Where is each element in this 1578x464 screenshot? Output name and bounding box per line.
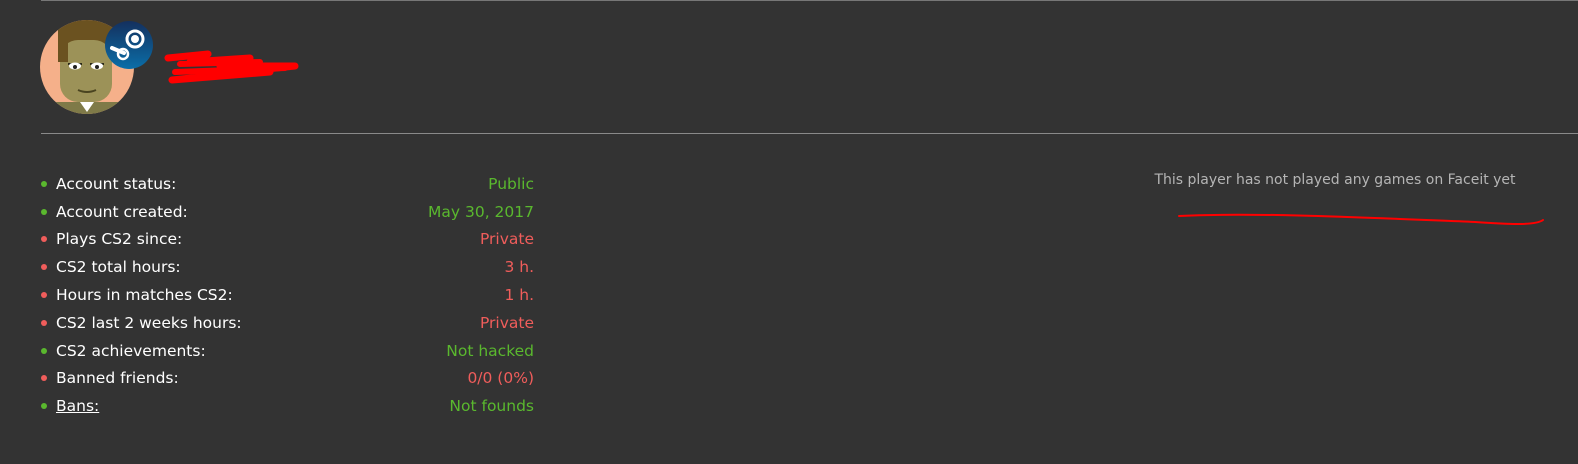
status-bullet-icon — [41, 180, 47, 187]
stat-label: Account created: — [56, 202, 188, 221]
player-check-page: Account status: Public Account created: May… — [0, 0, 1578, 464]
status-bullet-icon — [41, 264, 47, 271]
status-bullet-icon — [41, 347, 47, 354]
stat-label: Banned friends: — [56, 369, 179, 388]
stat-label: Hours in matches CS2: — [56, 286, 233, 305]
stat-label: CS2 total hours: — [56, 258, 181, 277]
stat-label: Plays CS2 since: — [56, 230, 183, 249]
faceit-empty-message: This player has not played any games on … — [1154, 172, 1516, 188]
status-bullet-icon — [41, 292, 47, 299]
stat-value: 0/0 (0%) — [467, 369, 534, 388]
stat-value: Not hacked — [446, 341, 534, 360]
stat-label: CS2 achievements: — [56, 341, 206, 360]
stat-value: 3 h. — [504, 258, 534, 277]
stat-label: Account status: — [56, 174, 177, 193]
redacted-username-scribble — [164, 50, 299, 84]
stat-value: Public — [488, 174, 534, 193]
status-bullet-icon — [41, 403, 47, 410]
stat-row: CS2 total hours: 3 h. — [40, 253, 534, 281]
profile-divider — [41, 133, 1578, 134]
stat-value: Not founds — [449, 397, 534, 416]
stat-value: 1 h. — [504, 286, 534, 305]
bans-link[interactable]: Bans: — [56, 397, 449, 415]
stat-row: CS2 last 2 weeks hours: Private — [40, 309, 534, 337]
stat-row: Account status: Public — [40, 170, 534, 198]
red-underline-scribble — [1178, 213, 1544, 225]
steam-logo-icon — [105, 21, 153, 69]
stat-row[interactable]: Bans: Not founds — [40, 392, 534, 420]
stat-value: May 30, 2017 — [428, 202, 534, 221]
status-bullet-icon — [41, 208, 47, 215]
stat-row: Plays CS2 since: Private — [40, 226, 534, 254]
status-bullet-icon — [41, 375, 47, 382]
stat-row: Banned friends: 0/0 (0%) — [40, 365, 534, 393]
stat-row: CS2 achievements: Not hacked — [40, 337, 534, 365]
stat-row: Account created: May 30, 2017 — [40, 198, 534, 226]
stat-label: CS2 last 2 weeks hours: — [56, 313, 242, 332]
top-divider — [41, 0, 1578, 1]
status-bullet-icon — [41, 319, 47, 326]
stat-value: Private — [479, 313, 534, 332]
account-stats-list: Account status: Public Account created: May… — [40, 170, 534, 420]
profile-avatar[interactable] — [40, 20, 153, 114]
status-bullet-icon — [41, 236, 47, 243]
stat-row: Hours in matches CS2: 1 h. — [40, 281, 534, 309]
stat-value: Private — [479, 230, 534, 249]
